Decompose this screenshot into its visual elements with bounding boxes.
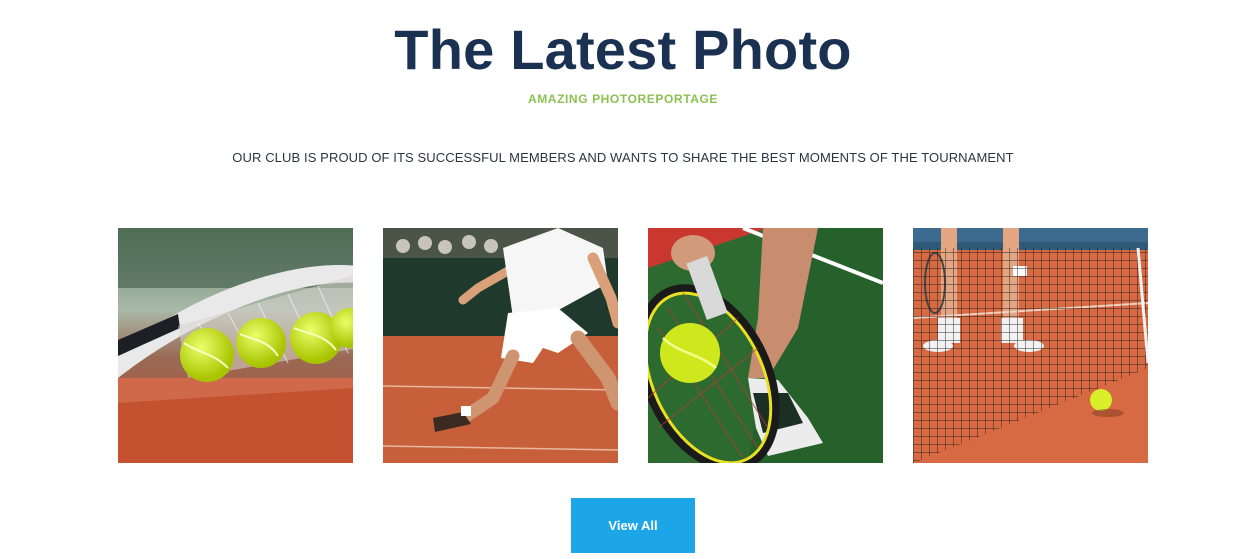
photo-gallery [118, 228, 1148, 463]
racket-balls-image [118, 228, 353, 463]
racket-hit-image [648, 228, 883, 463]
view-all-button[interactable]: View All [571, 498, 695, 553]
section-intro-text: OUR CLUB IS PROUD OF ITS SUCCESSFUL MEMB… [232, 150, 1014, 165]
latest-photo-section: The Latest Photo AMAZING PHOTOREPORTAGE … [0, 0, 1246, 559]
section-title: The Latest Photo [394, 18, 852, 81]
section-subtitle: AMAZING PHOTOREPORTAGE [527, 92, 719, 106]
tennis-net-image [913, 228, 1148, 463]
gallery-photo-racket-hit[interactable] [648, 228, 883, 463]
gallery-photo-net[interactable] [913, 228, 1148, 463]
gallery-photo-racket-balls[interactable] [118, 228, 353, 463]
player-lunge-image [383, 228, 618, 463]
gallery-photo-player-lunge[interactable] [383, 228, 618, 463]
